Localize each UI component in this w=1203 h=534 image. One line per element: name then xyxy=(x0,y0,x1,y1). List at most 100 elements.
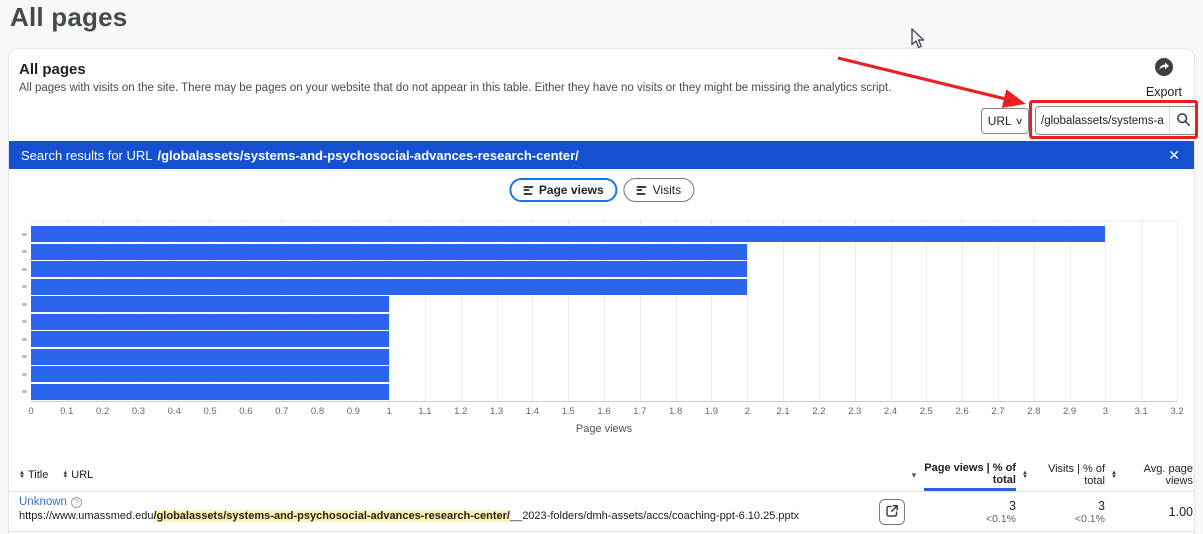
url-highlight: /globalassets/systems-and-psychosocial-a… xyxy=(154,510,510,522)
x-axis-ticks: 00.10.20.30.40.50.60.70.80.911.11.21.31.… xyxy=(31,406,1177,418)
url-suffix: __2023-folders/dmh-assets/accs/coaching-… xyxy=(510,510,799,522)
chevron-down-icon: ∨ xyxy=(1014,116,1023,127)
x-tick-label: 0 xyxy=(28,406,33,417)
all-pages-card: All pages All pages with visits on the s… xyxy=(8,48,1195,534)
card-description: All pages with visits on the site. There… xyxy=(19,82,891,94)
grid-line xyxy=(1105,221,1106,401)
grid-line xyxy=(747,221,748,401)
search-box xyxy=(1035,106,1197,135)
page-views-bar[interactable] xyxy=(31,261,747,277)
banner-url: /globalassets/systems-and-psychosocial-a… xyxy=(158,148,579,163)
grid-line xyxy=(1141,221,1142,401)
sort-direction-icon[interactable]: ▾ xyxy=(904,459,924,491)
x-tick-label: 0.3 xyxy=(132,406,145,417)
x-tick-label: 0.5 xyxy=(203,406,216,417)
sort-visits-toggle[interactable]: ▲▼ xyxy=(1016,459,1034,491)
y-tick-mark xyxy=(22,303,27,306)
avg-page-views-column-header[interactable]: Avg. page views xyxy=(1123,459,1193,491)
search-field-select[interactable]: URL ∨ xyxy=(981,108,1029,134)
sort-updown-icon: ▲▼ xyxy=(1022,471,1028,480)
row-url: https://www.umassmed.edu/globalassets/sy… xyxy=(19,510,799,522)
url-prefix: https://www.umassmed.edu xyxy=(19,510,154,522)
grid-line xyxy=(1177,221,1178,401)
grid-line xyxy=(1070,221,1071,401)
url-header-label: URL xyxy=(71,469,93,481)
x-tick-label: 1.6 xyxy=(597,406,610,417)
x-tick-label: 1.8 xyxy=(669,406,682,417)
x-tick-label: 2 xyxy=(745,406,750,417)
export-icon xyxy=(1154,57,1174,82)
x-tick-label: 1.9 xyxy=(705,406,718,417)
table-header-metrics: ▾ Page views | % of total ▲▼ Visits | % … xyxy=(904,459,1193,491)
x-tick-label: 1.1 xyxy=(418,406,431,417)
y-tick-mark xyxy=(22,338,27,341)
y-tick-mark xyxy=(22,355,27,358)
page-views-bar[interactable] xyxy=(31,366,389,382)
export-label: Export xyxy=(1146,85,1182,99)
avg-page-views-value: 1.00 xyxy=(1169,505,1193,519)
page-title-link[interactable]: Unknown xyxy=(19,496,67,508)
search-results-banner: Search results for URL /globalassets/sys… xyxy=(9,141,1194,169)
page-views-percent: <0.1% xyxy=(986,513,1016,525)
bar-chart-icon xyxy=(637,186,647,195)
sort-title-header[interactable]: ▲▼ Title xyxy=(19,469,48,481)
external-link-icon xyxy=(885,504,899,521)
title-header-label: Title xyxy=(28,469,48,481)
x-tick-label: 1.2 xyxy=(454,406,467,417)
grid-line xyxy=(891,221,892,401)
page-views-bar[interactable] xyxy=(31,244,747,260)
visits-value: 3 xyxy=(1098,499,1105,513)
page-views-bar[interactable] xyxy=(31,384,389,400)
page-title: All pages xyxy=(10,2,127,33)
search-input[interactable] xyxy=(1036,107,1169,134)
toggle-visits-label: Visits xyxy=(653,183,681,197)
close-icon[interactable]: ✕ xyxy=(1168,147,1180,164)
page-views-bar[interactable] xyxy=(31,349,389,365)
sort-url-header[interactable]: ▲▼ URL xyxy=(62,469,93,481)
grid-line xyxy=(998,221,999,401)
toggle-page-views[interactable]: Page views xyxy=(509,178,618,202)
page-views-column-header[interactable]: Page views | % of total xyxy=(924,459,1016,491)
toggle-visits[interactable]: Visits xyxy=(624,178,694,202)
x-tick-label: 1 xyxy=(386,406,391,417)
grid-line xyxy=(926,221,927,401)
x-axis-title: Page views xyxy=(31,423,1177,435)
x-tick-label: 0.1 xyxy=(60,406,73,417)
search-button[interactable] xyxy=(1170,107,1196,134)
page-views-bar[interactable] xyxy=(31,226,1105,242)
x-tick-label: 2.2 xyxy=(812,406,825,417)
table-row: Unknown ? https://www.umassmed.edu/globa… xyxy=(9,492,1194,532)
page-views-bar[interactable] xyxy=(31,314,389,330)
page-views-bar[interactable] xyxy=(31,331,389,347)
x-tick-label: 2.4 xyxy=(884,406,897,417)
page-views-bar[interactable] xyxy=(31,296,389,312)
visits-column-header[interactable]: Visits | % of total xyxy=(1034,459,1105,491)
x-tick-label: 2.7 xyxy=(991,406,1004,417)
x-tick-label: 0.4 xyxy=(168,406,181,417)
y-tick-mark xyxy=(22,390,27,393)
open-page-button[interactable] xyxy=(879,499,905,525)
x-tick-label: 0.2 xyxy=(96,406,109,417)
row-metrics: 3 <0.1% 3 <0.1% 1.00 xyxy=(904,492,1193,531)
x-tick-label: 2.9 xyxy=(1063,406,1076,417)
x-tick-label: 3.1 xyxy=(1135,406,1148,417)
bar-chart-icon xyxy=(523,186,533,195)
table-header-left: ▲▼ Title ▲▼ URL xyxy=(19,459,93,491)
x-tick-label: 3 xyxy=(1103,406,1108,417)
page-views-bar[interactable] xyxy=(31,279,747,295)
x-tick-label: 1.4 xyxy=(526,406,539,417)
page-views-bar-chart: 00.10.20.30.40.50.60.70.80.911.11.21.31.… xyxy=(31,216,1187,441)
help-icon[interactable]: ? xyxy=(71,497,82,508)
row-page-info: Unknown ? https://www.umassmed.edu/globa… xyxy=(19,496,799,522)
x-tick-label: 1.5 xyxy=(562,406,575,417)
x-tick-label: 2.5 xyxy=(920,406,933,417)
search-icon xyxy=(1176,112,1191,130)
y-tick-mark xyxy=(22,373,27,376)
x-tick-label: 2.1 xyxy=(776,406,789,417)
page-views-value: 3 xyxy=(1009,499,1016,513)
grid-line xyxy=(1034,221,1035,401)
plot-area xyxy=(31,220,1177,402)
search-field-value: URL xyxy=(988,114,1012,128)
sort-avg-toggle[interactable]: ▲▼ xyxy=(1105,459,1123,491)
export-button[interactable]: Export xyxy=(1146,57,1182,99)
